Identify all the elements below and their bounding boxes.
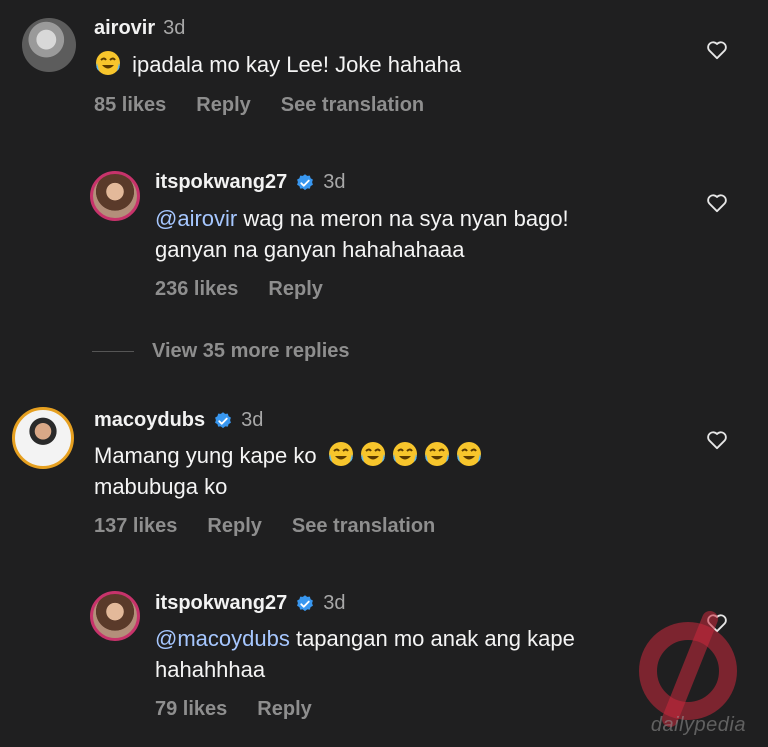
laughing-crying-emoji-icon (392, 442, 417, 466)
view-more-label: View 35 more replies (152, 340, 350, 362)
emoji-group (327, 442, 487, 468)
avatar-itspokwang27[interactable] (90, 591, 140, 641)
comment-body-line1: wag na meron na sya nyan bago! (237, 206, 569, 231)
comment-meta: 236 likes Reply (155, 278, 323, 301)
laughing-crying-emoji-icon (424, 442, 449, 466)
timestamp: 3d (163, 17, 186, 39)
username[interactable]: airovir (94, 17, 155, 40)
comment-body-line1: Mamang yung kape ko (94, 443, 317, 468)
timestamp: 3d (323, 592, 346, 614)
laughing-crying-emoji-icon (96, 51, 120, 75)
comment-meta: 137 likes Reply See translation (94, 515, 435, 538)
watermark-text: dailypedia (650, 714, 746, 736)
verified-badge-icon (297, 594, 314, 611)
comment-meta: 85 likes Reply See translation (94, 94, 424, 117)
see-translation-button[interactable]: See translation (281, 94, 424, 117)
comment-header: itspokwang27 3d (155, 592, 346, 615)
username[interactable]: itspokwang27 (155, 171, 287, 194)
likes-count[interactable]: 79 likes (155, 698, 227, 721)
heart-icon[interactable] (706, 430, 728, 450)
comment-header: macoydubs 3d (94, 409, 263, 432)
comment-body-line1: tapangan mo anak ang kape (289, 626, 575, 651)
comment-body-line2: ganyan na ganyan hahahahaaa (155, 237, 465, 262)
comment-text: @macoydubs tapangan mo anak ang kape hah… (155, 623, 575, 685)
avatar-airovir[interactable] (22, 18, 76, 72)
view-more-replies-button[interactable]: View 35 more replies (92, 340, 350, 363)
reply-button[interactable]: Reply (196, 94, 250, 117)
comment-header: airovir 3d (94, 17, 185, 40)
verified-badge-icon (215, 411, 232, 428)
comment-text: Mamang yung kape ko mabubuga ko (94, 440, 487, 502)
timestamp: 3d (323, 171, 346, 193)
likes-count[interactable]: 236 likes (155, 278, 238, 301)
username[interactable]: macoydubs (94, 409, 205, 432)
laughing-crying-emoji-icon (328, 442, 353, 466)
avatar-itspokwang27[interactable] (90, 171, 140, 221)
likes-count[interactable]: 85 likes (94, 94, 166, 117)
likes-count[interactable]: 137 likes (94, 515, 177, 538)
mention-link[interactable]: @macoydubs (155, 626, 290, 651)
comment-body-line2: hahahhhaa (155, 657, 266, 682)
timestamp: 3d (241, 409, 264, 431)
comment-text: @airovir wag na meron na sya nyan bago! … (155, 203, 569, 265)
laughing-crying-emoji-icon (360, 442, 385, 466)
reply-button[interactable]: Reply (268, 278, 322, 301)
avatar-macoydubs[interactable] (12, 407, 74, 469)
heart-icon[interactable] (706, 193, 728, 213)
comment-body-line2: mabubuga ko (94, 474, 228, 499)
laughing-crying-emoji-icon (456, 442, 481, 466)
divider-line (92, 351, 134, 352)
heart-icon[interactable] (706, 40, 728, 60)
username[interactable]: itspokwang27 (155, 592, 287, 615)
mention-link[interactable]: @airovir (155, 206, 237, 231)
verified-badge-icon (297, 173, 314, 190)
comment-text: ipadala mo kay Lee! Joke hahaha (94, 49, 461, 80)
comment-body: ipadala mo kay Lee! Joke hahaha (132, 52, 462, 77)
reply-button[interactable]: Reply (207, 515, 261, 538)
reply-button[interactable]: Reply (257, 698, 311, 721)
see-translation-button[interactable]: See translation (292, 515, 435, 538)
comment-header: itspokwang27 3d (155, 171, 346, 194)
comment-meta: 79 likes Reply (155, 698, 312, 721)
